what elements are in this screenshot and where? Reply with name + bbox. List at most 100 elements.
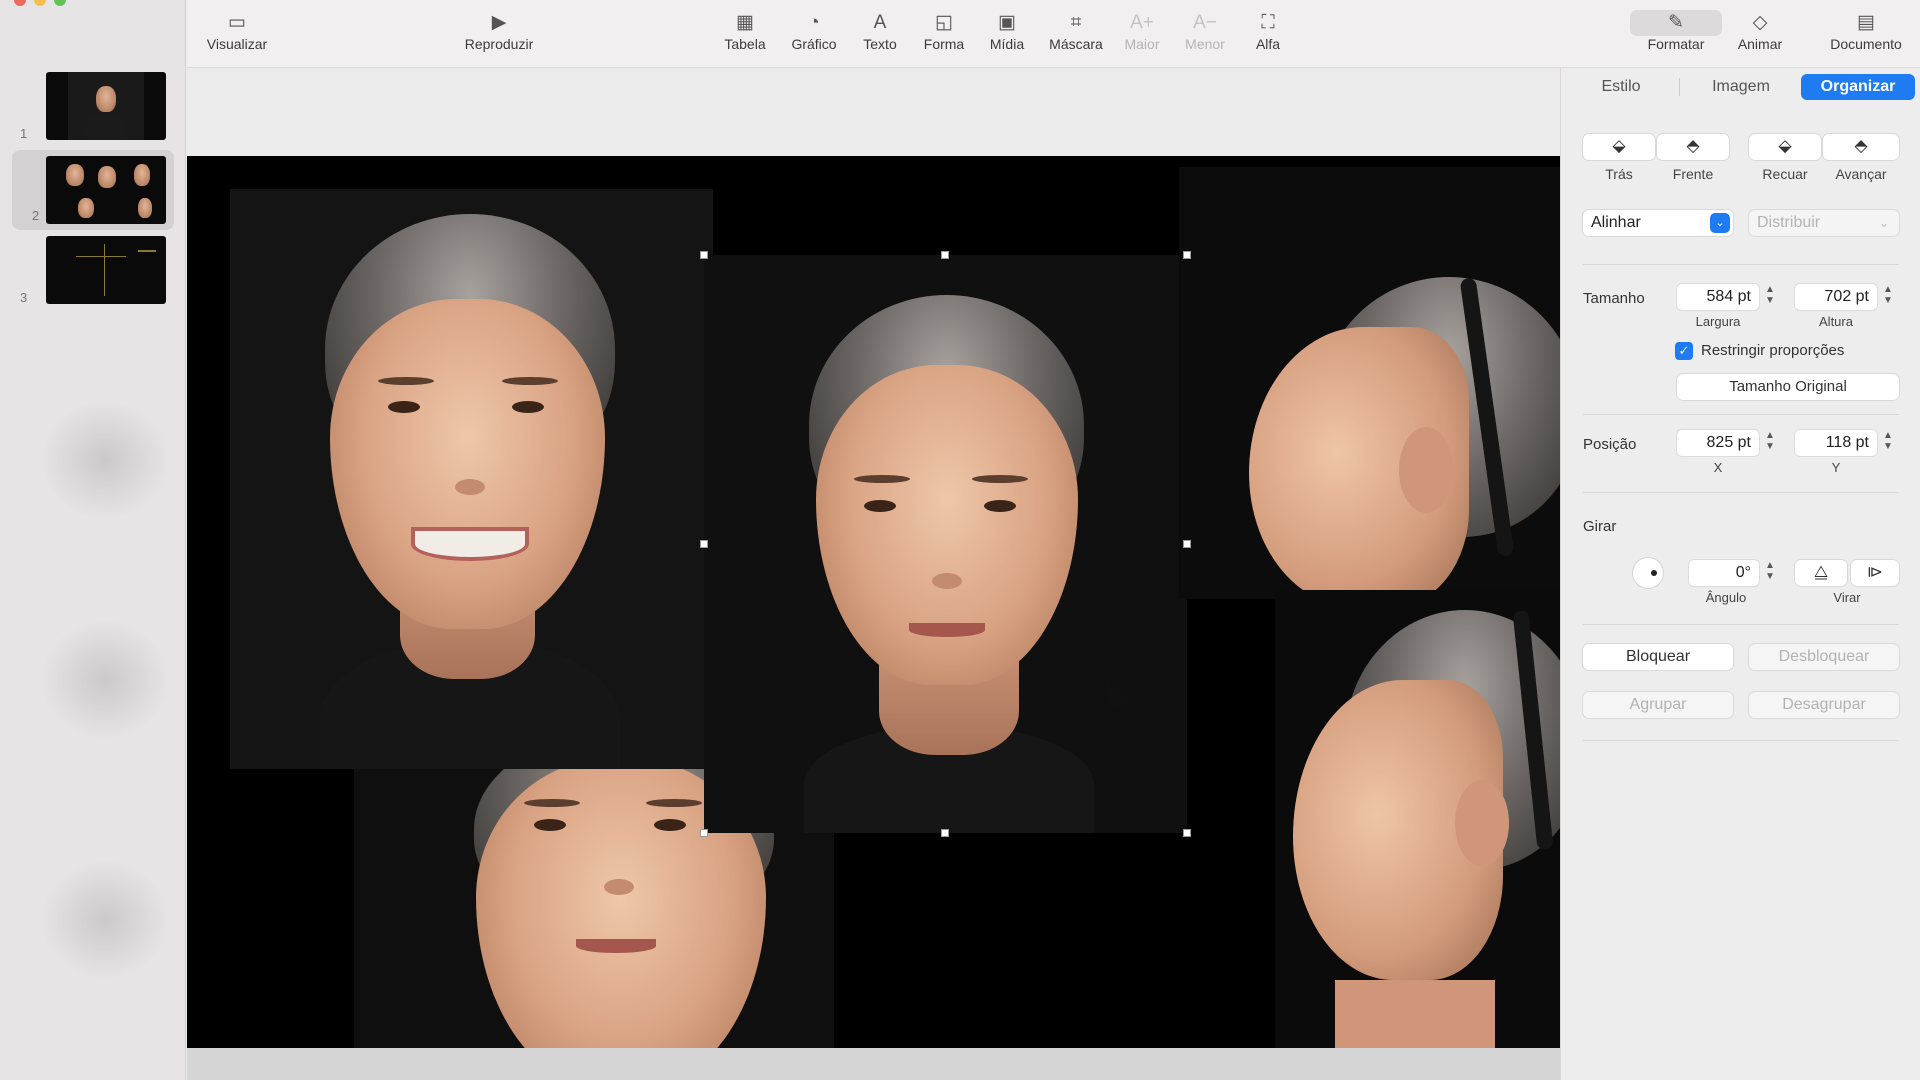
- position-x-label: X: [1713, 460, 1723, 475]
- format-button[interactable]: ✎ Formatar: [1629, 10, 1723, 52]
- photo-frontal-smile[interactable]: [230, 189, 713, 769]
- flip-vertical-icon: ⧋: [1813, 564, 1829, 581]
- send-backward-label: Recuar: [1762, 166, 1808, 182]
- width-field[interactable]: 584 pt: [1677, 284, 1759, 310]
- zoom-window-button[interactable]: [54, 0, 66, 6]
- format-label: Formatar: [1647, 36, 1705, 52]
- constrain-proportions-checkbox[interactable]: ✓: [1675, 342, 1693, 360]
- resize-handle-bottom[interactable]: [941, 829, 949, 837]
- slide-canvas[interactable]: [187, 156, 1560, 1048]
- alpha-label: Alfa: [1255, 36, 1281, 52]
- mask-label: Máscara: [1049, 36, 1103, 52]
- media-button[interactable]: ▣ Mídia: [979, 10, 1035, 52]
- view-button[interactable]: ▭ Visualizar: [187, 10, 287, 52]
- text-button[interactable]: A Texto: [855, 10, 905, 52]
- play-icon: ▶: [491, 12, 507, 33]
- resize-handle-bottom-left[interactable]: [700, 829, 708, 837]
- chevron-down-icon: ⌄: [1878, 216, 1889, 230]
- flip-horizontal-icon: ⧐: [1867, 564, 1883, 581]
- table-button[interactable]: ▦ Tabela: [715, 10, 775, 52]
- shape-label: Forma: [923, 36, 965, 52]
- sidebar-blur: [40, 860, 170, 980]
- position-y-stepper[interactable]: ▲ ▼: [1881, 430, 1895, 456]
- alpha-button[interactable]: ⛶ Alfa: [1245, 10, 1291, 52]
- layers-backward-icon: ⬙: [1778, 136, 1792, 155]
- font-bigger-icon: A+: [1130, 12, 1154, 33]
- tab-divider: [1679, 78, 1680, 96]
- photo-profile-neutral[interactable]: [1179, 167, 1560, 599]
- width-stepper[interactable]: ▲ ▼: [1763, 284, 1777, 310]
- minimize-window-button[interactable]: [34, 0, 46, 6]
- height-field[interactable]: 702 pt: [1795, 284, 1877, 310]
- resize-handle-top[interactable]: [941, 251, 949, 259]
- position-x-stepper[interactable]: ▲ ▼: [1763, 430, 1777, 456]
- bring-to-front-label: Frente: [1672, 166, 1714, 182]
- align-dropdown[interactable]: Alinhar ⌄: [1583, 210, 1733, 236]
- angle-field[interactable]: 0°: [1689, 560, 1759, 586]
- width-label: Largura: [1695, 314, 1741, 329]
- flip-horizontal-button[interactable]: ⧐: [1851, 560, 1899, 586]
- layers-forward-icon: ⬘: [1854, 136, 1868, 155]
- sidebar-blur: [40, 400, 170, 520]
- bigger-button[interactable]: A+ Maior: [1117, 10, 1167, 52]
- ungroup-button[interactable]: Desagrupar: [1749, 692, 1899, 718]
- send-to-back-button[interactable]: ⬙ Trás: [1583, 134, 1655, 182]
- position-y-label: Y: [1831, 460, 1841, 475]
- slide-number: 3: [20, 290, 28, 305]
- slide-thumbnail-2[interactable]: 2: [12, 150, 174, 230]
- angle-label: Ângulo: [1705, 590, 1747, 605]
- resize-handle-left[interactable]: [700, 540, 708, 548]
- resize-handle-bottom-right[interactable]: [1183, 829, 1191, 837]
- document-button[interactable]: ▤ Documento: [1821, 10, 1911, 52]
- shape-button[interactable]: ◱ Forma: [916, 10, 972, 52]
- lock-button[interactable]: Bloquear: [1583, 644, 1733, 670]
- rotate-knob[interactable]: [1633, 558, 1663, 588]
- tab-image[interactable]: Imagem: [1691, 74, 1791, 100]
- toolbar: ▭ Visualizar ▶ Reproduzir ▦ Tabela ◔ Grá…: [187, 0, 1920, 68]
- unlock-button[interactable]: Desbloquear: [1749, 644, 1899, 670]
- chart-button[interactable]: ◔ Gráfico: [779, 10, 849, 52]
- original-size-button[interactable]: Tamanho Original: [1677, 374, 1899, 400]
- flip-vertical-button[interactable]: ⧋: [1795, 560, 1847, 586]
- angle-stepper[interactable]: ▲ ▼: [1763, 560, 1777, 586]
- bring-to-front-button[interactable]: ⬘ Frente: [1657, 134, 1729, 182]
- media-label: Mídia: [989, 36, 1025, 52]
- photo-frontal-neutral-selected[interactable]: [704, 255, 1187, 833]
- rotate-knob-dot: [1651, 570, 1657, 576]
- tab-arrange[interactable]: Organizar: [1801, 74, 1915, 100]
- height-stepper[interactable]: ▲ ▼: [1881, 284, 1895, 310]
- photo-profile-smile[interactable]: [1275, 590, 1560, 1048]
- slide-number: 2: [32, 208, 40, 223]
- position-x-field[interactable]: 825 pt: [1677, 430, 1759, 456]
- tab-style[interactable]: Estilo: [1575, 74, 1667, 100]
- canvas-bottom-strip: [187, 1048, 1560, 1080]
- play-label: Reproduzir: [464, 36, 534, 52]
- bring-forward-button[interactable]: ⬘ Avançar: [1823, 134, 1899, 182]
- smaller-label: Menor: [1185, 36, 1225, 52]
- smaller-button[interactable]: A− Menor: [1177, 10, 1233, 52]
- position-y-field[interactable]: 118 pt: [1795, 430, 1877, 456]
- chart-label: Gráfico: [791, 36, 837, 52]
- layers-back-icon: ⬙: [1612, 136, 1626, 155]
- close-window-button[interactable]: [14, 0, 26, 6]
- paintbrush-icon: ✎: [1630, 10, 1722, 36]
- distribute-dropdown[interactable]: Distribuir ⌄: [1749, 210, 1899, 236]
- mask-button[interactable]: ⌗ Máscara: [1041, 10, 1111, 52]
- slide-navigator: 1 2 3: [0, 0, 186, 1080]
- flip-label: Virar: [1833, 590, 1861, 605]
- instant-alpha-icon: ⛶: [1261, 12, 1275, 33]
- section-divider: [1583, 740, 1899, 741]
- resize-handle-top-right[interactable]: [1183, 251, 1191, 259]
- section-divider: [1583, 414, 1899, 415]
- resize-handle-right[interactable]: [1183, 540, 1191, 548]
- layers-forward-icon-box: ⬘: [1823, 134, 1899, 160]
- send-backward-button[interactable]: ⬙ Recuar: [1749, 134, 1821, 182]
- chart-icon: ◔: [808, 12, 820, 33]
- animate-button[interactable]: ◇ Animar: [1727, 10, 1793, 52]
- table-icon: ▦: [736, 12, 754, 33]
- slide-preview: [46, 156, 166, 224]
- group-button[interactable]: Agrupar: [1583, 692, 1733, 718]
- resize-handle-top-left[interactable]: [700, 251, 708, 259]
- diamond-icon: ◇: [1752, 12, 1768, 33]
- play-button[interactable]: ▶ Reproduzir: [449, 10, 549, 52]
